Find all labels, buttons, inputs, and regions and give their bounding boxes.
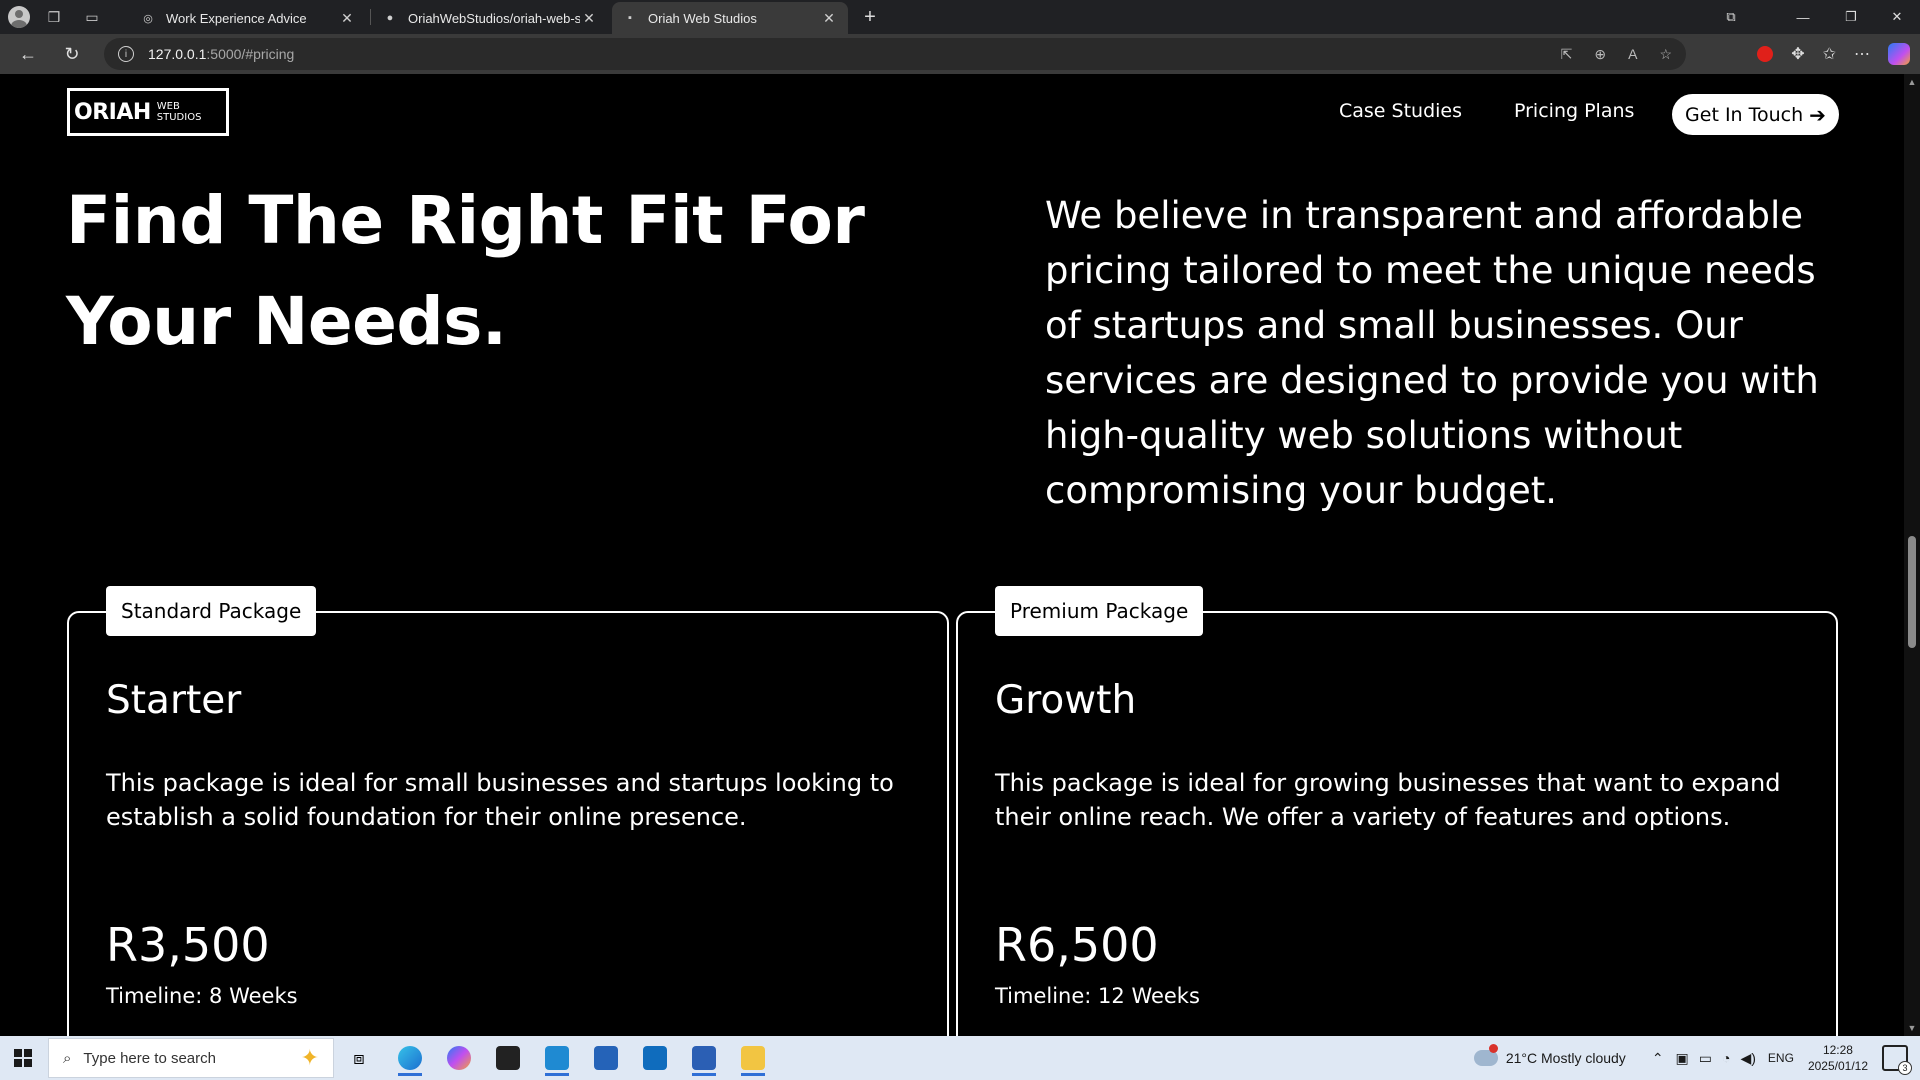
info-icon[interactable]: i bbox=[118, 46, 134, 62]
package-description-growth: This package is ideal for growing busine… bbox=[995, 769, 1781, 831]
scroll-down-icon[interactable]: ▼ bbox=[1904, 1020, 1920, 1036]
package-tag-standard: Standard Package bbox=[106, 586, 317, 636]
vscode-taskbar-icon[interactable] bbox=[537, 1040, 577, 1076]
package-price-starter: R3,500 bbox=[106, 918, 270, 972]
notification-count-badge: 3 bbox=[1898, 1061, 1912, 1075]
site-logo[interactable]: ORIAH WEB STUDIOS bbox=[67, 88, 229, 136]
minimize-button[interactable]: — bbox=[1780, 0, 1826, 34]
close-tab-icon[interactable]: ✕ bbox=[820, 10, 838, 27]
store-taskbar-icon[interactable] bbox=[586, 1040, 626, 1076]
page-title: Find The Right Fit For Your Needs. bbox=[66, 182, 865, 360]
edge-taskbar-icon[interactable] bbox=[390, 1040, 430, 1076]
terminal-taskbar-icon[interactable] bbox=[488, 1040, 528, 1076]
read-aloud-icon[interactable]: A bbox=[1628, 46, 1637, 62]
battery-icon[interactable]: ▭ bbox=[1699, 1050, 1712, 1067]
browser-tab-bar: ❒ ▭ ◎ Work Experience Advice ✕ ● OriahWe… bbox=[0, 0, 1920, 34]
zoom-icon[interactable]: ⊕ bbox=[1594, 46, 1606, 63]
search-highlight-icon: ✦ bbox=[300, 1045, 319, 1070]
clock[interactable]: 12:28 2025/01/12 bbox=[1808, 1042, 1868, 1074]
github-icon: ● bbox=[386, 12, 394, 24]
site-favicon: ▪ bbox=[628, 12, 632, 24]
page-scrollbar[interactable]: ▲ ▼ bbox=[1904, 74, 1920, 1036]
vertical-tabs-icon[interactable]: ▭ bbox=[78, 3, 106, 31]
extensions-puzzle-icon[interactable]: ✥ bbox=[1791, 44, 1804, 64]
package-timeline-growth: Timeline: 12 Weeks bbox=[995, 984, 1200, 1008]
tab-oriah-web-studios[interactable]: ▪ Oriah Web Studios ✕ bbox=[612, 2, 848, 34]
copilot-taskbar-icon[interactable] bbox=[439, 1040, 479, 1076]
favorite-star-icon[interactable]: ☆ bbox=[1659, 46, 1672, 63]
browser-toolbar: ← ↻ i 127.0.0.1:5000/#pricing ⇱ ⊕ A ☆ ✥ … bbox=[0, 34, 1920, 74]
nav-pricing-plans[interactable]: Pricing Plans bbox=[1514, 100, 1634, 122]
package-timeline-starter: Timeline: 8 Weeks bbox=[106, 984, 298, 1008]
package-description-starter: This package is ideal for small business… bbox=[106, 769, 894, 831]
notification-center-icon[interactable]: 3 bbox=[1882, 1045, 1912, 1075]
profile-avatar[interactable] bbox=[8, 6, 30, 28]
file-explorer-taskbar-icon[interactable] bbox=[733, 1040, 773, 1076]
close-tab-icon[interactable]: ✕ bbox=[338, 10, 356, 27]
tab-work-experience-advice[interactable]: ◎ Work Experience Advice ✕ bbox=[130, 2, 366, 34]
windows-logo-icon bbox=[14, 1049, 32, 1067]
favorites-icon[interactable]: ✩ bbox=[1823, 44, 1836, 64]
workspaces-icon[interactable]: ❒ bbox=[40, 3, 68, 31]
language-indicator[interactable]: ENG bbox=[1768, 1051, 1794, 1065]
new-tab-button[interactable]: + bbox=[856, 4, 884, 30]
globe-icon: ◎ bbox=[143, 12, 153, 25]
arrow-right-icon: ➔ bbox=[1809, 102, 1826, 127]
close-window-button[interactable]: ✕ bbox=[1874, 0, 1920, 34]
network-icon[interactable]: ◔ bbox=[1722, 1050, 1730, 1066]
hero-description: We believe in transparent and affordable… bbox=[1045, 194, 1819, 512]
task-view-icon[interactable]: ⧈ bbox=[339, 1040, 379, 1076]
volume-icon[interactable]: ◀) bbox=[1740, 1050, 1755, 1067]
split-screen-icon[interactable]: ⧉ bbox=[1708, 0, 1754, 34]
package-tag-premium: Premium Package bbox=[995, 586, 1204, 636]
outlook-taskbar-icon[interactable] bbox=[635, 1040, 675, 1076]
package-name-growth: Growth bbox=[995, 678, 1137, 723]
tab-github-repo[interactable]: ● OriahWebStudios/oriah-web-studi ✕ bbox=[372, 2, 608, 34]
get-in-touch-button[interactable]: Get In Touch ➔ bbox=[1672, 94, 1839, 135]
search-icon: ⌕ bbox=[63, 1049, 72, 1067]
package-price-growth: R6,500 bbox=[995, 918, 1159, 972]
refresh-icon[interactable]: ↻ bbox=[54, 36, 90, 72]
address-bar[interactable]: i 127.0.0.1:5000/#pricing ⇱ ⊕ A ☆ bbox=[104, 38, 1686, 70]
scrollbar-thumb[interactable] bbox=[1908, 536, 1916, 648]
weather-icon[interactable] bbox=[1473, 1044, 1498, 1066]
restore-button[interactable]: ❐ bbox=[1828, 0, 1874, 34]
start-button[interactable] bbox=[0, 1036, 46, 1080]
word-taskbar-icon[interactable] bbox=[684, 1040, 724, 1076]
taskbar-search[interactable]: ⌕ Type here to search ✦ bbox=[48, 1038, 334, 1078]
system-tray: 21°C Mostly cloudy ⌃ ▣ ▭ ◔ ◀) ENG 12:28 … bbox=[1473, 1036, 1920, 1080]
chevron-up-icon[interactable]: ⌃ bbox=[1652, 1050, 1664, 1067]
open-in-app-icon[interactable]: ⇱ bbox=[1561, 46, 1573, 63]
meet-now-icon[interactable]: ▣ bbox=[1676, 1050, 1689, 1067]
scroll-up-icon[interactable]: ▲ bbox=[1904, 74, 1920, 90]
copilot-icon[interactable] bbox=[1888, 43, 1910, 65]
windows-taskbar: ⌕ Type here to search ✦ ⧈ 21°C Mostly cl… bbox=[0, 1036, 1920, 1080]
extension-icon[interactable] bbox=[1757, 46, 1774, 62]
more-options-icon[interactable]: ⋯ bbox=[1854, 44, 1870, 64]
back-icon[interactable]: ← bbox=[10, 36, 46, 72]
weather-text[interactable]: 21°C Mostly cloudy bbox=[1506, 1050, 1626, 1066]
page-viewport: ORIAH WEB STUDIOS Case Studies Pricing P… bbox=[0, 74, 1904, 1036]
nav-case-studies[interactable]: Case Studies bbox=[1339, 100, 1462, 122]
close-tab-icon[interactable]: ✕ bbox=[580, 10, 598, 27]
package-name-starter: Starter bbox=[106, 678, 242, 723]
